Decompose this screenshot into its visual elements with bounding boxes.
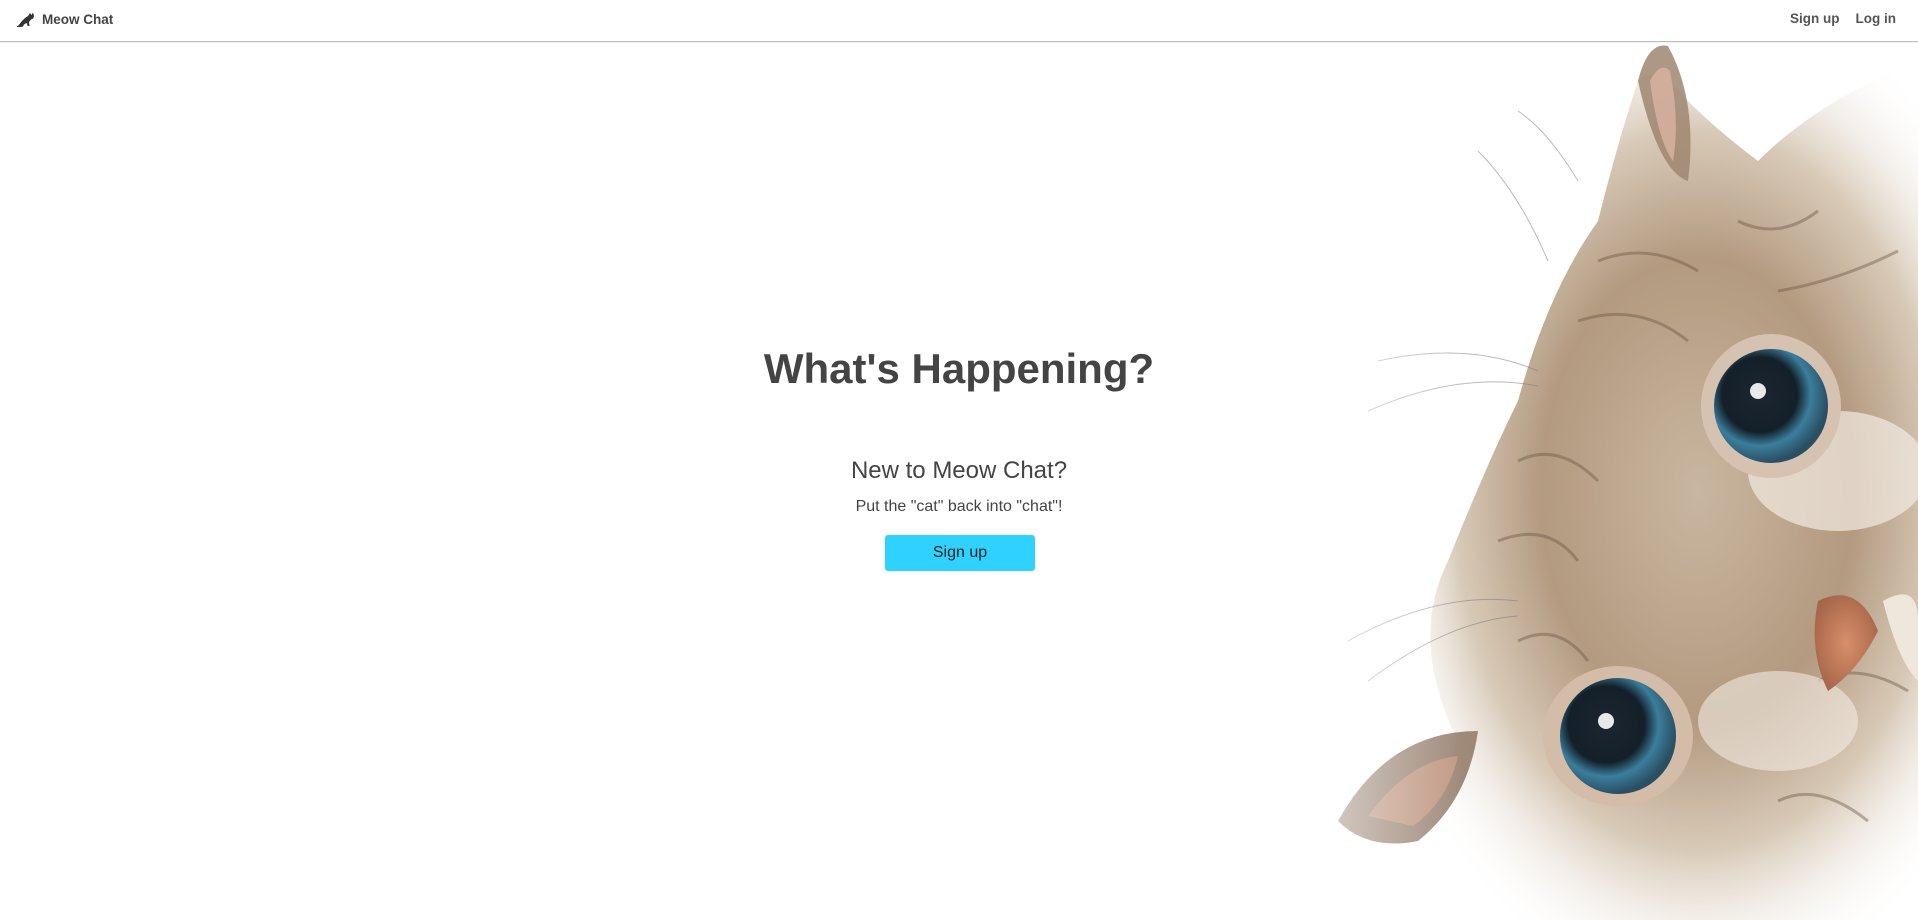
navbar: Meow Chat Sign up Log in — [0, 0, 1918, 42]
nav-login-link[interactable]: Log in — [1856, 11, 1897, 26]
kitten-illustration — [1218, 41, 1918, 920]
brand-link[interactable]: Meow Chat — [16, 10, 113, 28]
page: Meow Chat Sign up Log in What's Happenin… — [0, 0, 1918, 920]
brand-name: Meow Chat — [42, 11, 114, 27]
nav-signup-link[interactable]: Sign up — [1790, 11, 1840, 26]
nav-actions: Sign up Log in — [1790, 11, 1896, 26]
signup-button[interactable]: Sign up — [885, 535, 1035, 571]
cat-silhouette-icon — [16, 10, 37, 28]
